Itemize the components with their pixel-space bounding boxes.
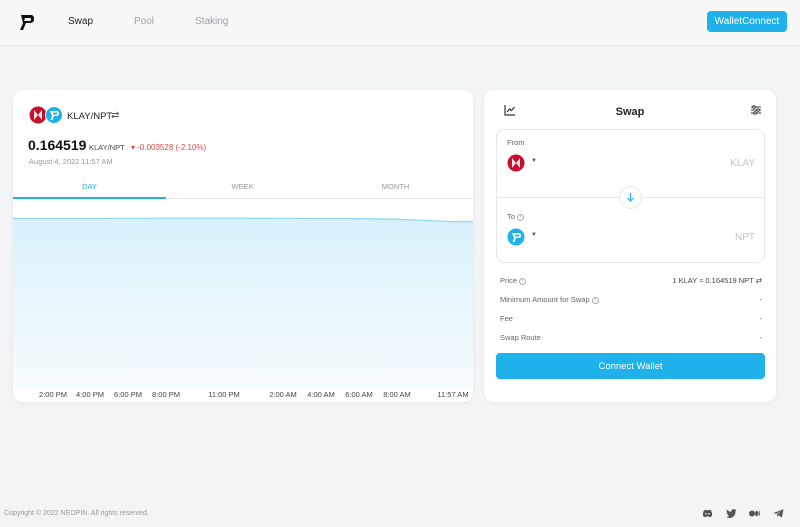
info-icon[interactable]: i	[591, 297, 599, 304]
swap-token-box: From ▼ Toi ▼	[496, 129, 765, 263]
npt-icon	[45, 106, 63, 124]
chart-range-tabs: DAY WEEK MONTH	[13, 182, 473, 199]
telegram-icon[interactable]	[773, 509, 784, 518]
swap-card: Swap From ▼ Toi	[484, 90, 776, 402]
swap-title: Swap	[615, 106, 645, 118]
top-navigation-bar: Swap Pool Staking WalletConnect	[0, 0, 800, 46]
nav-staking[interactable]: Staking	[195, 16, 228, 27]
swap-route-label: Swap Route	[500, 333, 541, 342]
to-amount-input[interactable]	[647, 229, 755, 245]
price-area-chart	[13, 217, 473, 388]
swap-route-row: Swap Route -	[500, 333, 762, 342]
from-token-select[interactable]: ▼	[507, 154, 539, 172]
pair-token-icons	[29, 106, 63, 124]
neopin-logo[interactable]	[19, 13, 35, 31]
minimum-amount-value: -	[759, 295, 763, 304]
klay-icon	[507, 154, 525, 172]
swap-route-value: -	[759, 333, 763, 342]
x-tick-label: 11:57 AM	[437, 390, 469, 399]
to-token-select[interactable]: ▼	[507, 228, 539, 246]
minimum-amount-label: Minimum Amount for Swap	[500, 295, 590, 304]
nav-swap[interactable]: Swap	[68, 16, 93, 27]
x-tick-label: 4:00 PM	[76, 390, 104, 399]
x-tick-label: 4:00 AM	[307, 390, 335, 399]
x-tick-label: 2:00 PM	[39, 390, 67, 399]
twitter-icon[interactable]	[726, 509, 737, 518]
price-change: ▾ -0.003528 (-2.10%)	[131, 143, 207, 152]
x-tick-label: 6:00 PM	[114, 390, 142, 399]
price-chart-card: KLAY/NPT ⇄ 0.164519 KLAY/NPT ▾ -0.003528…	[13, 90, 473, 402]
klay-icon	[29, 106, 47, 124]
tab-day[interactable]: DAY	[13, 182, 166, 199]
fee-value: -	[759, 314, 763, 323]
pair-name: KLAY/NPT	[67, 111, 113, 122]
price-row: Price i 1 KLAY ≈ 0.164519 NPT ⇄	[500, 276, 762, 285]
tab-month[interactable]: MONTH	[319, 182, 472, 199]
price-value: 1 KLAY ≈ 0.164519 NPT ⇄	[672, 276, 762, 285]
arrow-down-icon	[627, 193, 634, 202]
x-tick-label: 2:00 AM	[269, 390, 297, 399]
chevron-down-icon: ▼	[531, 158, 537, 164]
x-tick-label: 6:00 AM	[345, 390, 373, 399]
copyright-text: Copyright © 2022 NEOPIN. All rights rese…	[4, 510, 149, 517]
info-icon[interactable]: i	[516, 214, 524, 221]
x-tick-label: 8:00 AM	[383, 390, 411, 399]
invert-pair-icon[interactable]: ⇄	[111, 110, 119, 121]
settings-sliders-icon[interactable]	[750, 104, 762, 116]
area-fill	[13, 218, 473, 388]
price-unit: KLAY/NPT	[89, 143, 125, 152]
info-icon[interactable]: i	[519, 278, 527, 285]
chevron-down-icon: ▼	[531, 232, 537, 238]
price-label: Price	[500, 276, 518, 285]
current-price: 0.164519	[28, 137, 87, 153]
from-amount-input[interactable]	[647, 155, 755, 171]
x-tick-label: 11:00 PM	[208, 390, 240, 399]
price-timestamp: August 4, 2022 11:57 AM	[29, 157, 113, 166]
nav-pool[interactable]: Pool	[134, 16, 154, 27]
tab-week[interactable]: WEEK	[166, 182, 319, 199]
x-tick-label: 8:00 PM	[152, 390, 180, 399]
discord-icon[interactable]	[702, 509, 713, 518]
medium-icon[interactable]	[749, 509, 760, 518]
npt-icon	[507, 228, 525, 246]
fee-label: Fee	[500, 314, 513, 323]
switch-direction-button[interactable]	[619, 186, 642, 209]
to-label: To i	[507, 212, 524, 221]
from-label: From	[507, 138, 525, 147]
connect-wallet-button[interactable]: Connect Wallet	[496, 353, 765, 379]
fee-row: Fee -	[500, 314, 762, 323]
minimum-amount-row: Minimum Amount for Swap i -	[500, 295, 762, 304]
wallet-connect-button[interactable]: WalletConnect	[707, 11, 787, 32]
